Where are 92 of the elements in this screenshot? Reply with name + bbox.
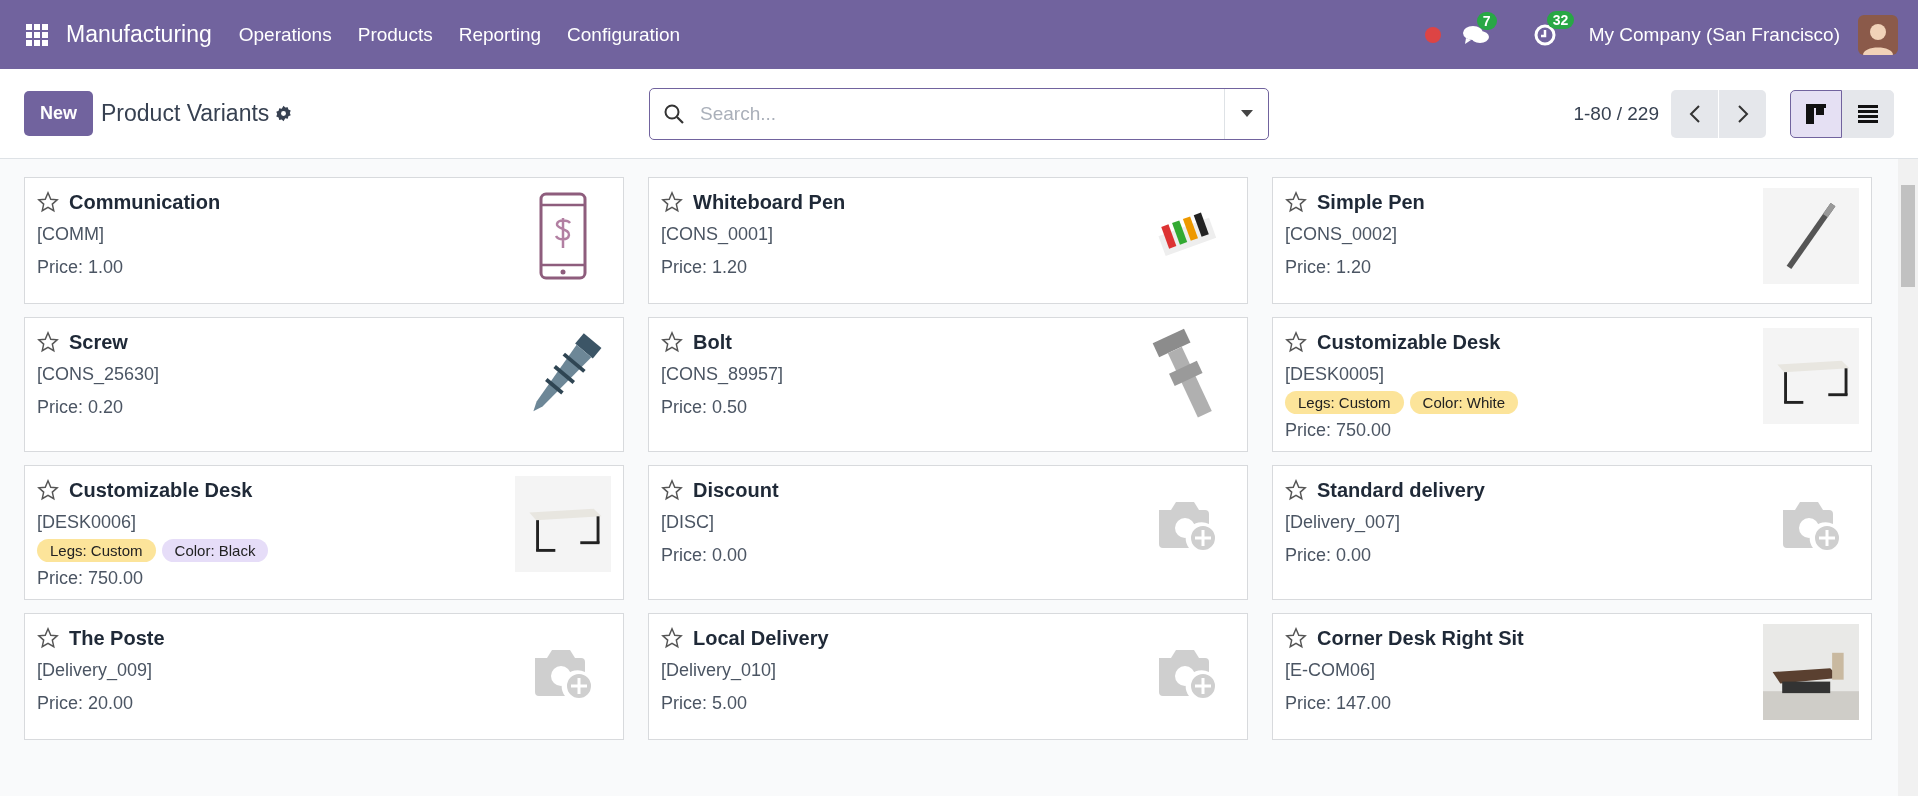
product-price: Price: 750.00: [1285, 420, 1393, 441]
product-card[interactable]: Customizable Desk [DESK0005] Legs: Custom Color: White Price: 750.00: [1272, 317, 1872, 452]
product-price: Price: 1.00: [37, 257, 125, 278]
page-title: Product Variants: [101, 100, 270, 127]
star-icon[interactable]: [1285, 479, 1307, 501]
product-card[interactable]: Corner Desk Right Sit [E-COM06] Price: 147.00: [1272, 613, 1872, 740]
product-name: Customizable Desk: [69, 478, 253, 502]
list-view-button[interactable]: [1842, 89, 1894, 138]
star-icon[interactable]: [661, 479, 683, 501]
activity-count: 32: [1546, 10, 1575, 29]
product-name: Standard delivery: [1317, 478, 1485, 502]
variant-tag: Color: White: [1409, 391, 1519, 414]
star-icon[interactable]: [661, 191, 683, 213]
menu-item[interactable]: Configuration: [554, 23, 694, 46]
scrollbar[interactable]: [1898, 159, 1918, 796]
product-price: Price: 1.20: [661, 257, 749, 278]
star-icon[interactable]: [37, 479, 59, 501]
company-name[interactable]: My Company (San Francisco): [1588, 23, 1840, 46]
caret-icon: [1240, 110, 1253, 117]
product-code: [Delivery_009]: [37, 660, 154, 681]
list-icon: [1858, 104, 1878, 123]
product-name: Corner Desk Right Sit: [1317, 626, 1524, 650]
product-code: [Delivery_010]: [661, 660, 778, 681]
product-card[interactable]: Simple Pen [CONS_0002] Price: 1.20: [1272, 177, 1872, 304]
star-icon[interactable]: [1285, 627, 1307, 649]
star-icon[interactable]: [1285, 331, 1307, 353]
product-name: Local Delivery: [693, 626, 829, 650]
product-price: Price: 0.00: [661, 545, 749, 566]
product-name: Whiteboard Pen: [693, 190, 846, 214]
product-code: [CONS_0001]: [661, 224, 775, 245]
product-name: The Poste: [69, 626, 165, 650]
product-code: [DISC]: [661, 512, 715, 533]
product-name: Communication: [69, 190, 221, 214]
product-card[interactable]: Standard delivery [Delivery_007] Price: 0.00: [1272, 465, 1872, 600]
product-name: Discount: [693, 478, 779, 502]
menu-item[interactable]: Reporting: [445, 23, 555, 46]
star-icon[interactable]: [37, 191, 59, 213]
product-price: Price: 0.50: [661, 397, 749, 418]
product-price: Price: 0.20: [37, 397, 125, 418]
product-card[interactable]: Screw [CONS_25630] Price: 0.20: [24, 317, 624, 452]
product-code: [DESK0005]: [1285, 364, 1386, 385]
pager-value[interactable]: 1-80 / 229: [1573, 102, 1659, 125]
product-name: Bolt: [693, 330, 732, 354]
product-card[interactable]: Discount [DISC] Price: 0.00: [648, 465, 1248, 600]
message-count: 7: [1476, 11, 1497, 30]
product-card[interactable]: Whiteboard Pen [CONS_0001] Price: 1.20: [648, 177, 1248, 304]
phone-dollar-icon: [538, 191, 588, 281]
next-button[interactable]: [1719, 89, 1766, 138]
product-card[interactable]: Customizable Desk [DESK0006] Legs: Custom Color: Black Price: 750.00: [24, 465, 624, 600]
kanban-icon: [1806, 103, 1826, 124]
product-card[interactable]: Local Delivery [Delivery_010] Price: 5.00: [648, 613, 1248, 740]
star-icon[interactable]: [661, 627, 683, 649]
product-code: [CONS_25630]: [37, 364, 161, 385]
product-name: Customizable Desk: [1317, 330, 1501, 354]
new-button[interactable]: New: [24, 91, 93, 136]
settings-icon[interactable]: [275, 105, 293, 122]
star-icon[interactable]: [1285, 191, 1307, 213]
chevron-left-icon: [1688, 103, 1701, 124]
menu-item[interactable]: Products: [344, 23, 446, 46]
kanban-view-button[interactable]: [1790, 89, 1842, 138]
product-name: Screw: [69, 330, 128, 354]
star-icon[interactable]: [37, 331, 59, 353]
product-price: Price: 5.00: [661, 693, 749, 714]
star-icon[interactable]: [661, 331, 683, 353]
product-price: Price: 1.20: [1285, 257, 1373, 278]
app-grid-icon[interactable]: [26, 23, 48, 46]
product-code: [CONS_89957]: [661, 364, 785, 385]
product-price: Price: 750.00: [37, 568, 145, 589]
chevron-right-icon: [1736, 103, 1749, 124]
variant-tag: Legs: Custom: [1285, 391, 1404, 414]
user-avatar[interactable]: [1858, 14, 1898, 55]
status-dot-icon[interactable]: [1424, 26, 1441, 43]
star-icon[interactable]: [37, 627, 59, 649]
product-card[interactable]: Communication [COMM] Price: 1.00: [24, 177, 624, 304]
product-code: [E-COM06]: [1285, 660, 1377, 681]
app-name[interactable]: Manufacturing: [66, 21, 212, 48]
product-code: [Delivery_007]: [1285, 512, 1402, 533]
product-price: Price: 147.00: [1285, 693, 1393, 714]
product-code: [DESK0006]: [37, 512, 138, 533]
product-name: Simple Pen: [1317, 190, 1425, 214]
product-code: [CONS_0002]: [1285, 224, 1399, 245]
product-card[interactable]: The Poste [Delivery_009] Price: 20.00: [24, 613, 624, 740]
variant-tag: Color: Black: [161, 539, 269, 562]
variant-tag: Legs: Custom: [37, 539, 156, 562]
search-bar[interactable]: Search...: [649, 87, 1269, 140]
search-icon: [664, 103, 684, 124]
product-price: Price: 0.00: [1285, 545, 1373, 566]
product-card[interactable]: Bolt [CONS_89957] Price: 0.50: [648, 317, 1248, 452]
product-code: [COMM]: [37, 224, 105, 245]
product-price: Price: 20.00: [37, 693, 135, 714]
menu-item[interactable]: Operations: [225, 23, 345, 46]
previous-button[interactable]: [1671, 89, 1718, 138]
